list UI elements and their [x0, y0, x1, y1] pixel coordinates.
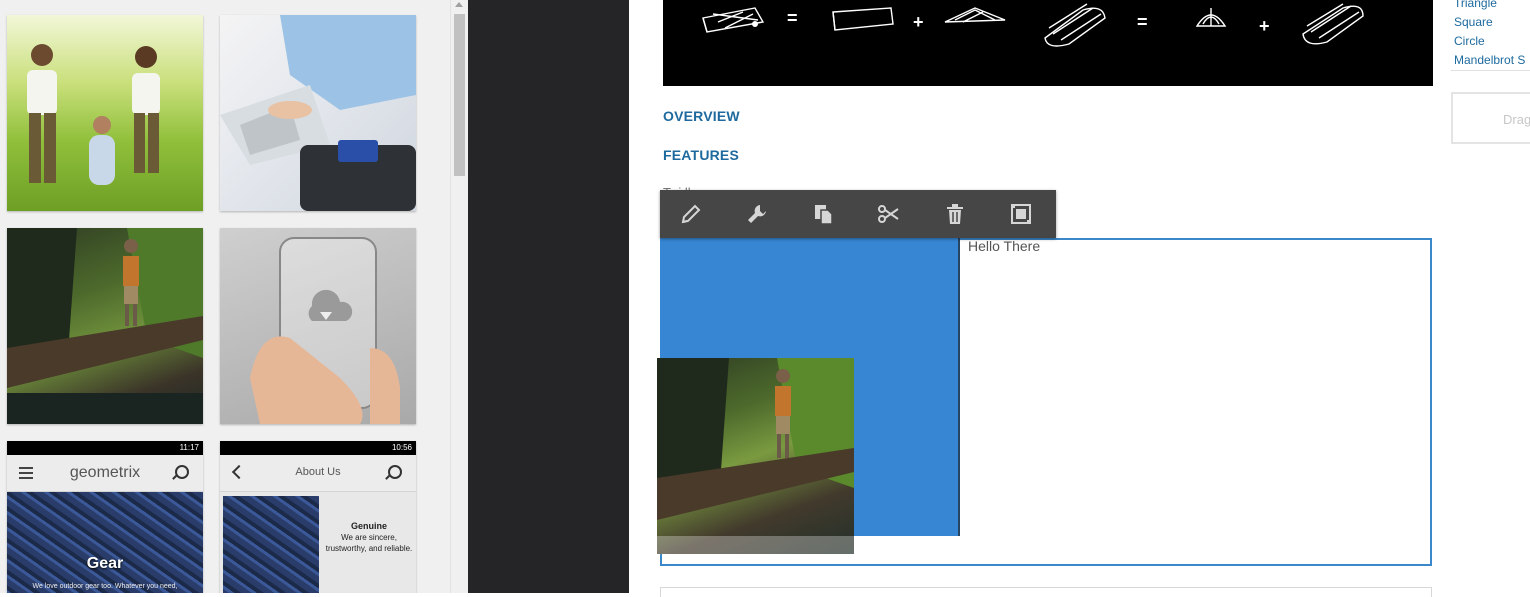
- laptop-scene: [220, 15, 416, 211]
- app-bar: About Us: [220, 455, 416, 492]
- text-component[interactable]: Hello There: [968, 238, 1040, 254]
- cut-button[interactable]: [877, 202, 901, 226]
- mobile-about-screenshot[interactable]: 10:56 About Us Genuine We are sincere, t…: [220, 441, 416, 593]
- status-time: 10:56: [391, 443, 412, 452]
- search-icon: [175, 465, 189, 479]
- page-canvas: =+=+ OVERVIEW FEATURES Tr i ll Hello The…: [629, 0, 1530, 597]
- drag-placeholder-text: Drag: [1503, 112, 1530, 127]
- app-bar: geometrix: [7, 455, 203, 492]
- edit-button[interactable]: [679, 202, 703, 226]
- scroll-up-arrow-icon[interactable]: [455, 2, 463, 7]
- svg-text:+: +: [913, 12, 924, 32]
- svg-text:=: =: [1137, 12, 1148, 32]
- wireframe-shapes: = + = +: [702, 3, 1364, 47]
- component-edit-toolbar: [660, 190, 1056, 238]
- shape-link-list: Triangle Square Circle Mandelbrot S: [1454, 0, 1530, 70]
- hiker-scene: [7, 228, 203, 424]
- nav-features-link[interactable]: FEATURES: [663, 147, 739, 163]
- hero-subtext: We love outdoor gear too. Whatever you n…: [32, 583, 178, 590]
- status-bar: 10:56: [220, 441, 416, 455]
- climbing-rope-image: [223, 496, 319, 593]
- next-component-frame[interactable]: [660, 587, 1432, 597]
- geometry-banner-image[interactable]: = + = +: [663, 0, 1433, 86]
- mobile-home-screenshot[interactable]: 11:17 geometrix Gear We love outdoor gea…: [7, 441, 203, 593]
- family-figures: [27, 44, 160, 185]
- search-icon: [388, 465, 402, 479]
- climbing-rope-image: [7, 492, 203, 593]
- dragged-hiker-image[interactable]: [657, 358, 854, 554]
- drag-ghost-fade: [657, 536, 854, 554]
- svg-text:=: =: [787, 8, 798, 28]
- genuine-title: Genuine: [350, 521, 387, 531]
- configure-button[interactable]: [745, 202, 769, 226]
- family-in-meadow-image[interactable]: [7, 15, 203, 211]
- scrollbar-thumb[interactable]: [454, 14, 465, 176]
- group-icon: [1011, 204, 1031, 224]
- asset-scrollbar[interactable]: [450, 0, 468, 593]
- side-link-mandelbrot[interactable]: Mandelbrot S: [1454, 51, 1530, 70]
- asset-panel: 11:17 geometrix Gear We love outdoor gea…: [0, 0, 468, 593]
- copy-icon: [815, 205, 833, 225]
- side-link-triangle[interactable]: Triangle: [1454, 0, 1530, 13]
- editor-gutter: [468, 0, 629, 593]
- side-link-square[interactable]: Square: [1454, 13, 1530, 32]
- genuine-block: Genuine We are sincere, trustworthy, and…: [324, 521, 414, 554]
- status-time: 11:17: [179, 443, 199, 452]
- side-link-circle[interactable]: Circle: [1454, 32, 1530, 51]
- hiker-on-log-image[interactable]: [7, 228, 203, 424]
- side-divider: [1451, 70, 1530, 71]
- svg-text:+: +: [1259, 16, 1270, 36]
- copy-button[interactable]: [811, 202, 835, 226]
- blue-block-edge: [958, 238, 960, 536]
- status-bar: 11:17: [7, 441, 203, 455]
- pencil-icon: [681, 204, 701, 224]
- delete-button[interactable]: [943, 202, 967, 226]
- laptop-typing-image[interactable]: [220, 15, 416, 211]
- group-button[interactable]: [1009, 202, 1033, 226]
- nav-overview-link[interactable]: OVERVIEW: [663, 108, 740, 124]
- transparent-phone-image[interactable]: [220, 228, 416, 424]
- scissors-icon: [878, 205, 899, 223]
- wrench-icon: [748, 205, 766, 223]
- genuine-body: We are sincere, trustworthy, and reliabl…: [325, 533, 413, 553]
- hiker-scene: [657, 358, 854, 520]
- phone-scene: [250, 237, 400, 424]
- hero-label: Gear: [86, 555, 124, 572]
- trash-icon: [947, 204, 963, 224]
- drag-component-placeholder[interactable]: Drag: [1451, 92, 1530, 144]
